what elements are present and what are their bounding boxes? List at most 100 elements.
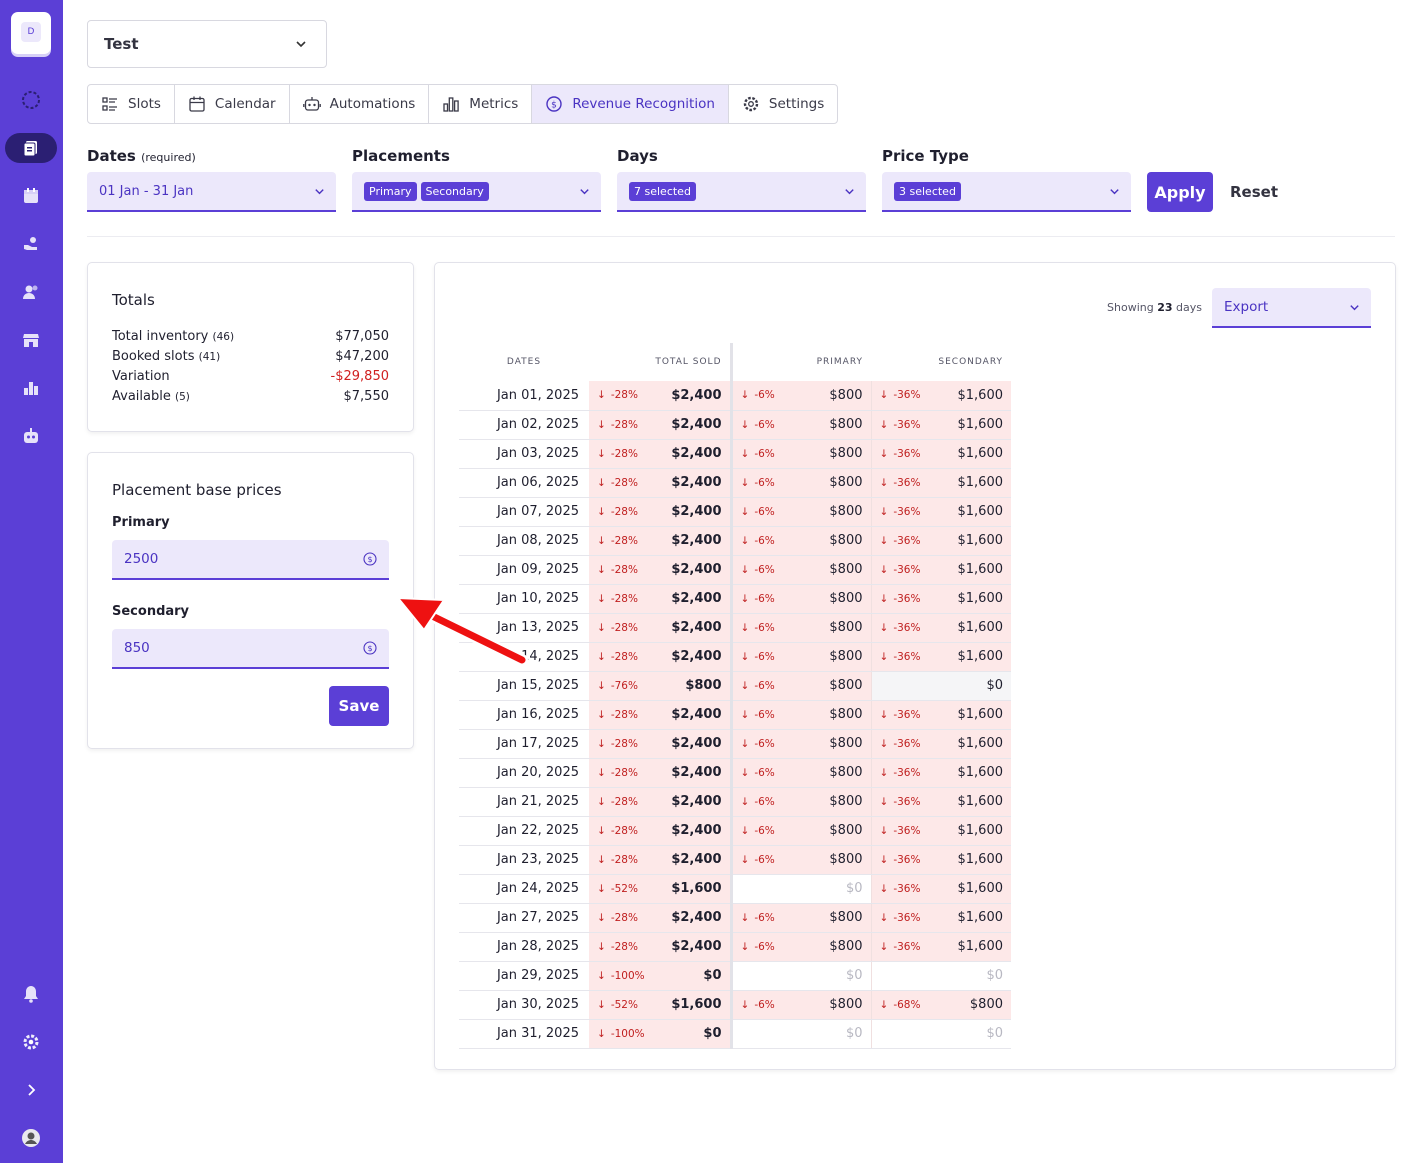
percent-change: -6% (754, 708, 775, 721)
total-sold-change: ↓ -28% (589, 642, 655, 672)
gear-icon[interactable] (19, 1030, 43, 1054)
dates-required-hint: (required) (141, 151, 196, 164)
store-icon[interactable] (19, 328, 43, 352)
primary-value: $800 (787, 903, 872, 933)
bell-icon[interactable] (19, 982, 43, 1006)
percent-change: -28% (610, 563, 638, 576)
percent-change: -6% (754, 389, 775, 402)
days-select[interactable]: 7 selected (617, 172, 866, 212)
secondary-price-value: 850 (124, 640, 150, 656)
percent-change: -100% (610, 969, 645, 982)
calendar-icon[interactable] (19, 184, 43, 208)
percent-change: -28% (610, 621, 638, 634)
percent-change: -76% (610, 679, 638, 692)
secondary-price-input[interactable]: 850 $ (112, 629, 389, 669)
tab-revenue-recognition[interactable]: $ Revenue Recognition (532, 85, 729, 123)
primary-change: ↓ -6% (731, 932, 787, 962)
placements-select[interactable]: Primary Secondary (352, 172, 601, 212)
tab-settings[interactable]: Settings (729, 85, 837, 123)
price-type-select[interactable]: 3 selected (882, 172, 1131, 212)
date-cell: Jan 29, 2025 (459, 961, 589, 991)
secondary-change: ↓ -36% (871, 787, 927, 817)
export-select[interactable]: Export (1212, 288, 1371, 328)
percent-change: -6% (754, 998, 775, 1011)
percent-change: -36% (893, 418, 921, 431)
primary-value: $800 (787, 555, 872, 585)
tab-label: Revenue Recognition (572, 96, 715, 112)
tab-bar: Slots Calendar Automations Metrics $ Rev… (87, 84, 839, 124)
workspace-logo[interactable]: D (11, 12, 51, 54)
secondary-change: ↓ -36% (871, 845, 927, 875)
loader-icon[interactable] (19, 88, 43, 112)
column-header-dates[interactable]: DATES (459, 343, 589, 381)
secondary-value: $1,600 (927, 845, 1011, 875)
total-sold-value: $800 (655, 671, 733, 701)
percent-change: -6% (754, 679, 775, 692)
primary-price-input[interactable]: 2500 $ (112, 540, 389, 580)
total-sold-value: $2,400 (655, 381, 733, 411)
column-header-primary[interactable]: PRIMARY (731, 343, 871, 381)
total-sold-value: $2,400 (655, 584, 733, 614)
secondary-change: ↓ -36% (871, 932, 927, 962)
table-row: Jan 06, 2025 ↓ -28% $2,400 ↓ -6% $800 ↓ -36% $1,6… (459, 468, 1011, 498)
tab-slots[interactable]: Slots (88, 85, 175, 123)
users-icon[interactable] (19, 280, 43, 304)
secondary-value: $1,600 (927, 613, 1011, 643)
column-header-secondary[interactable]: SECONDARY (871, 343, 1011, 381)
secondary-price-label: Secondary (112, 604, 190, 619)
percent-change: -36% (893, 766, 921, 779)
total-sold-value: $2,400 (655, 816, 733, 846)
primary-change (731, 1019, 787, 1049)
primary-value: $800 (787, 816, 872, 846)
total-sold-value: $2,400 (655, 410, 733, 440)
tab-automations[interactable]: Automations (290, 85, 430, 123)
total-sold-change: ↓ -28% (589, 932, 655, 962)
primary-change: ↓ -6% (731, 816, 787, 846)
percent-change: -28% (610, 795, 638, 808)
total-sold-value: $2,400 (655, 555, 733, 585)
tab-calendar[interactable]: Calendar (175, 85, 290, 123)
total-sold-change: ↓ -28% (589, 845, 655, 875)
primary-value: $0 (787, 1019, 872, 1049)
svg-text:$: $ (367, 555, 372, 564)
arrow-down-icon: ↓ (597, 853, 606, 866)
hand-users-icon[interactable] (19, 232, 43, 256)
bar-chart-icon[interactable] (19, 376, 43, 400)
percent-change: -6% (754, 592, 775, 605)
table-row: Jan 03, 2025 ↓ -28% $2,400 ↓ -6% $800 ↓ -36% $1,6… (459, 439, 1011, 469)
tab-label: Automations (329, 96, 416, 112)
primary-change: ↓ -6% (731, 439, 787, 469)
column-header-total-sold[interactable]: TOTAL SOLD (589, 343, 733, 381)
list-icon (102, 97, 117, 111)
total-sold-value: $0 (655, 1019, 733, 1049)
robot-icon[interactable] (19, 424, 43, 448)
percent-change: -6% (754, 824, 775, 837)
org-select[interactable]: Test (87, 20, 327, 68)
table-row: Jan 21, 2025 ↓ -28% $2,400 ↓ -6% $800 ↓ -36% $1,6… (459, 787, 1011, 817)
save-button[interactable]: Save (329, 686, 389, 726)
arrow-down-icon: ↓ (597, 418, 606, 431)
avatar[interactable] (19, 1126, 43, 1150)
chevron-right-icon[interactable] (19, 1078, 43, 1102)
total-sold-change: ↓ -100% (589, 1019, 655, 1049)
secondary-value: $0 (927, 671, 1011, 701)
placements-label: Placements (352, 147, 450, 165)
reset-button[interactable]: Reset (1224, 172, 1284, 212)
secondary-value: $800 (927, 990, 1011, 1020)
table-row: Jan 17, 2025 ↓ -28% $2,400 ↓ -6% $800 ↓ -36% $1,6… (459, 729, 1011, 759)
apply-button[interactable]: Apply (1147, 172, 1213, 212)
variation-value: -$29,850 (330, 369, 389, 384)
secondary-change: ↓ -68% (871, 990, 927, 1020)
secondary-change (871, 671, 927, 701)
tab-metrics[interactable]: Metrics (429, 85, 533, 123)
total-sold-value: $2,400 (655, 642, 733, 672)
dates-value: 01 Jan - 31 Jan (99, 183, 194, 199)
dates-select[interactable]: 01 Jan - 31 Jan (87, 172, 336, 212)
table-row: Jan 31, 2025 ↓ -100% $0 $0 $0 (459, 1019, 1011, 1049)
total-sold-change: ↓ -28% (589, 758, 655, 788)
arrow-down-icon: ↓ (597, 621, 606, 634)
dollar-circle-icon: $ (363, 641, 377, 655)
arrow-down-icon: ↓ (879, 592, 889, 605)
documents-icon[interactable] (19, 136, 43, 160)
arrow-down-icon: ↓ (879, 737, 889, 750)
